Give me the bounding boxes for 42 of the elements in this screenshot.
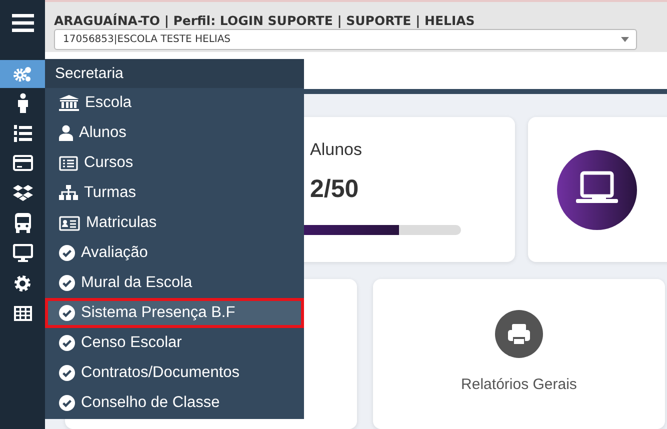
menu-item[interactable]: Conselho de Classe [45, 388, 304, 418]
menu-title: Secretaria [45, 59, 304, 88]
gears-icon [12, 65, 32, 83]
school-select[interactable]: 17056853|ESCOLA TESTE HELIAS [54, 29, 637, 50]
reports-card[interactable]: Relatórios Gerais [373, 279, 665, 429]
numbered-list-icon [14, 124, 32, 142]
menu-item[interactable]: Sistema Presença B.F [45, 298, 304, 328]
printer-icon [495, 310, 543, 358]
menu-item[interactable]: Contratos/Documentos [45, 358, 304, 388]
bus-icon [14, 213, 32, 233]
menu-item[interactable]: Turmas [45, 178, 304, 208]
bank-icon [59, 95, 79, 111]
dropbox-icon [12, 184, 32, 202]
card-title: Alunos [310, 139, 363, 161]
card-label: Relatórios Gerais [461, 376, 577, 393]
menu-item[interactable]: Escola [45, 88, 304, 118]
menu-item[interactable]: Avaliação [45, 238, 304, 268]
check-circle-icon [59, 395, 75, 411]
student-count: 2/50 [310, 175, 360, 203]
menu-item[interactable]: Matriculas [45, 208, 304, 238]
check-circle-icon [59, 365, 75, 381]
menu-item[interactable]: Alunos [45, 118, 304, 148]
sitemap-icon [59, 185, 78, 201]
check-circle-icon [59, 275, 75, 291]
check-circle-icon [59, 335, 75, 351]
check-circle-icon [59, 305, 75, 321]
user-icon [59, 125, 73, 141]
menu-item[interactable]: Censo Escolar [45, 328, 304, 358]
person-icon [16, 93, 28, 113]
list-icon [59, 156, 78, 170]
check-circle-icon [59, 245, 75, 261]
id-card-icon [59, 216, 80, 230]
menu-icon [12, 14, 34, 32]
menu-item[interactable]: Mural da Escola [45, 268, 304, 298]
settings-icon [14, 274, 31, 292]
table-icon [14, 306, 32, 320]
credit-card-icon [12, 155, 32, 171]
caret-icon [621, 37, 629, 42]
monitor-icon [12, 244, 32, 262]
menu-item[interactable]: Cursos [45, 148, 304, 178]
whiteboard-icon [557, 150, 637, 230]
header-title: ARAGUAÍNA-TO | Perfil: LOGIN SUPORTE | SUPORTE | HELIAS [54, 13, 476, 28]
